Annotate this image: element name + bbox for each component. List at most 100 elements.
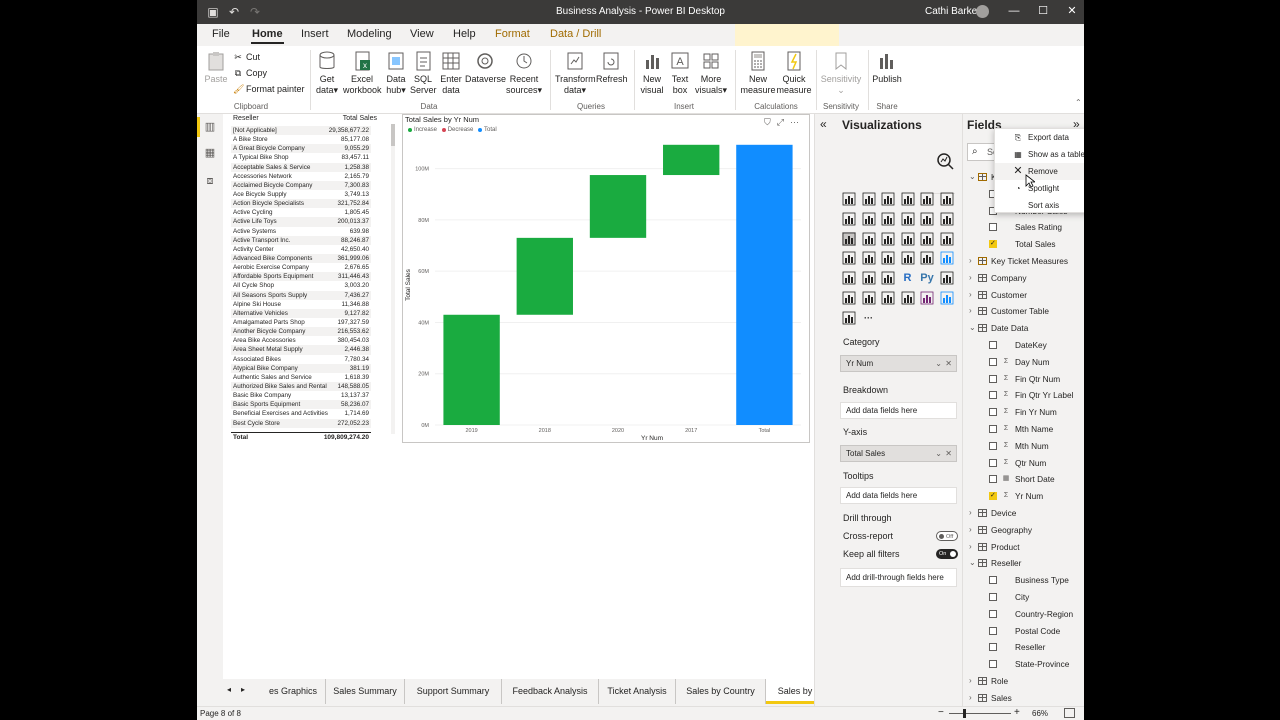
- context-menu-item[interactable]: ▦ Show as a table: [995, 146, 1084, 163]
- table-row[interactable]: Active Life Toys 200,013.37: [231, 217, 371, 227]
- ribbon-chart-icon[interactable]: [940, 212, 954, 226]
- tab-view[interactable]: View: [410, 28, 434, 40]
- field-item[interactable]: DateKey: [963, 337, 1084, 353]
- slicer-icon[interactable]: [842, 271, 856, 285]
- field-checkbox[interactable]: [989, 223, 997, 232]
- power-automate-icon[interactable]: [940, 291, 954, 305]
- more-visuals-icon[interactable]: [842, 311, 856, 325]
- waterfall-bar[interactable]: [663, 144, 720, 176]
- field-checkbox[interactable]: [989, 357, 997, 366]
- waterfall-bar[interactable]: [589, 175, 647, 238]
- python-visual-icon[interactable]: Py: [920, 271, 934, 285]
- filled-map-icon[interactable]: [862, 251, 876, 265]
- matrix-icon[interactable]: [881, 271, 895, 285]
- model-view-icon[interactable]: ⧈: [203, 174, 217, 188]
- prev-page-icon[interactable]: ◂: [227, 685, 231, 694]
- analytics-icon[interactable]: [936, 152, 956, 172]
- field-checkbox[interactable]: [989, 488, 997, 504]
- sensitivity-button[interactable]: Sensitivity ⌄: [819, 50, 863, 96]
- field-checkbox[interactable]: [989, 609, 997, 618]
- field-table[interactable]: › Customer Table: [963, 303, 1084, 319]
- gauge-icon[interactable]: [881, 251, 895, 265]
- data-hub-button[interactable]: Data hub▾: [383, 50, 409, 96]
- chevron-down-icon[interactable]: ⌄: [969, 320, 976, 336]
- context-menu-item[interactable]: Sort axis›: [995, 197, 1084, 214]
- line-clustered-icon[interactable]: [920, 212, 934, 226]
- category-well[interactable]: Yr Num ⌄ ✕: [840, 355, 957, 372]
- format-painter-button[interactable]: 🖌 Format painter: [233, 84, 305, 95]
- chevron-right-icon[interactable]: ›: [969, 287, 972, 303]
- column-header-reseller[interactable]: Reseller: [233, 115, 259, 122]
- copy-button[interactable]: ⧉ Copy: [233, 68, 267, 79]
- table-row[interactable]: Another Bicycle Company 216,553.62: [231, 327, 371, 337]
- stacked-column-icon[interactable]: [862, 192, 876, 206]
- field-table[interactable]: › Customer: [963, 287, 1084, 303]
- quick-measure-button[interactable]: Quick measure: [776, 50, 812, 96]
- transform-data-button[interactable]: Transform data▾: [555, 50, 596, 96]
- y-axis-well[interactable]: Total Sales ⌄ ✕: [840, 445, 957, 462]
- refresh-button[interactable]: Refresh: [596, 50, 628, 85]
- table-row[interactable]: Atypical Bike Company 381.19: [231, 363, 371, 373]
- zoom-in-icon[interactable]: +: [1014, 707, 1020, 718]
- chevron-down-icon[interactable]: ⌄: [935, 356, 942, 371]
- scrollbar-thumb[interactable]: [391, 124, 395, 146]
- clustered-bar-icon[interactable]: [881, 192, 895, 206]
- stacked-bar-100-icon[interactable]: [920, 192, 934, 206]
- card-icon[interactable]: [901, 251, 915, 265]
- collapse-pane-icon[interactable]: «: [820, 117, 827, 131]
- next-page-icon[interactable]: ▸: [241, 685, 245, 694]
- chevron-right-icon[interactable]: ›: [969, 522, 972, 538]
- field-checkbox[interactable]: [989, 391, 997, 400]
- report-view-icon[interactable]: ▥: [197, 117, 217, 137]
- field-item[interactable]: State-Province: [963, 656, 1084, 672]
- table-row[interactable]: Active Systems 639.98: [231, 227, 371, 236]
- column-header-total-sales[interactable]: Total Sales: [343, 115, 377, 122]
- breakdown-well[interactable]: Add data fields here: [840, 402, 957, 419]
- data-view-icon[interactable]: ▦: [203, 146, 217, 160]
- page-tab[interactable]: Sales Summary: [326, 679, 405, 704]
- line-column-icon[interactable]: [901, 212, 915, 226]
- field-item[interactable]: Σ Mth Name: [963, 421, 1084, 437]
- waterfall-chart-visual[interactable]: 0M 20M 40M 60M 80M 100M 2019 2018 2020 2017 Total Y…: [402, 114, 810, 443]
- field-checkbox[interactable]: [989, 341, 997, 349]
- field-table[interactable]: › Geography: [963, 522, 1084, 538]
- field-checkbox[interactable]: [989, 236, 997, 252]
- table-scrollbar[interactable]: [391, 124, 395, 434]
- page-tab[interactable]: Support Summary: [405, 679, 502, 704]
- chevron-right-icon[interactable]: ›: [969, 690, 972, 706]
- field-item[interactable]: Σ Fin Qtr Num: [963, 371, 1084, 387]
- context-menu-item[interactable]: ◔ Spotlight: [995, 180, 1084, 197]
- collapse-ribbon-icon[interactable]: ⌃: [1075, 98, 1082, 107]
- waterfall-icon[interactable]: [842, 231, 856, 246]
- text-box-button[interactable]: A Text box: [667, 50, 693, 96]
- clustered-column-icon[interactable]: [901, 192, 915, 206]
- map-icon[interactable]: [842, 251, 856, 265]
- table-row[interactable]: Alpine Ski House 11,346.88: [231, 300, 371, 309]
- tab-modeling[interactable]: Modeling: [347, 28, 392, 40]
- chevron-right-icon[interactable]: ›: [969, 253, 972, 269]
- close-window-icon[interactable]: ✕: [1065, 4, 1079, 18]
- power-apps-icon[interactable]: [920, 291, 934, 305]
- table-row[interactable]: A Typical Bike Shop 83,457.11: [231, 153, 371, 162]
- table-row[interactable]: Area Sheet Metal Supply 2,446.38: [231, 345, 371, 355]
- field-checkbox[interactable]: [989, 408, 997, 417]
- chevron-right-icon[interactable]: ›: [969, 303, 972, 319]
- field-table[interactable]: › Device: [963, 505, 1084, 521]
- field-checkbox[interactable]: [989, 643, 997, 652]
- table-row[interactable]: Ace Bicycle Supply 3,749.13: [231, 190, 371, 199]
- zoom-slider[interactable]: [949, 713, 1011, 714]
- tab-insert[interactable]: Insert: [301, 28, 329, 40]
- table-row[interactable]: Beneficial Exercises and Activities 1,714…: [231, 409, 371, 418]
- decomposition-tree-icon[interactable]: [842, 291, 856, 305]
- table-row[interactable]: [Not Applicable] 29,358,677.22: [231, 126, 371, 136]
- tab-data-drill[interactable]: Data / Drill: [550, 28, 601, 40]
- field-checkbox[interactable]: [989, 626, 997, 635]
- field-item[interactable]: Σ Fin Qtr Yr Label: [963, 387, 1084, 403]
- paste-button[interactable]: Paste: [202, 50, 230, 85]
- table-row[interactable]: All Cycle Shop 3,003.20: [231, 281, 371, 290]
- filter-icon[interactable]: ⛉: [764, 117, 771, 128]
- qa-icon[interactable]: [862, 291, 876, 305]
- table-row[interactable]: Affordable Sports Equipment 311,446.43: [231, 272, 371, 282]
- chevron-right-icon[interactable]: ›: [969, 673, 972, 689]
- r-visual-icon[interactable]: R: [901, 271, 915, 285]
